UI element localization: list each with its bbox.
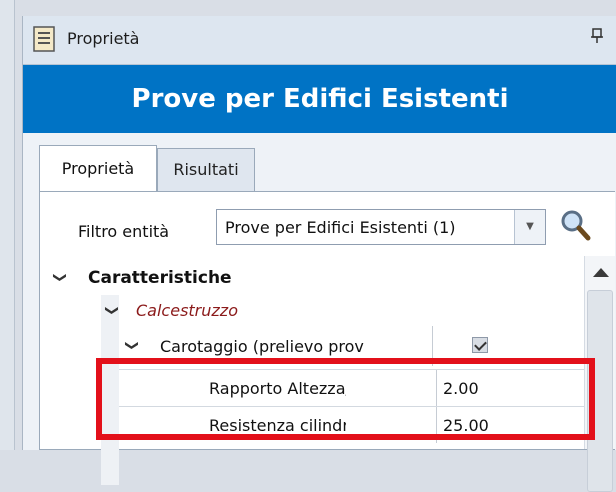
tab-proprieta[interactable]: Proprietà: [39, 145, 157, 192]
category-row-caratteristiche[interactable]: ❯ Caratteristiche: [40, 264, 584, 294]
chevron-down-icon[interactable]: ❯: [104, 305, 119, 316]
properties-panel: Proprietà Prove per Edifici Esistenti Pr…: [22, 16, 616, 492]
panel-title: Proprietà: [67, 29, 140, 48]
tab-content: Filtro entità Prove per Edifici Esistent…: [39, 191, 615, 492]
search-icon[interactable]: [558, 207, 592, 243]
filter-label: Filtro entità: [78, 222, 170, 241]
property-label: Carotaggio (prelievo prov: [160, 337, 364, 356]
chevron-down-icon[interactable]: ❯: [52, 272, 67, 283]
pin-icon[interactable]: [591, 28, 603, 48]
chevron-down-icon[interactable]: ❯: [124, 340, 139, 351]
category-label: Caratteristiche: [88, 268, 232, 288]
carotaggio-checkbox[interactable]: [472, 337, 488, 353]
dropdown-arrow-icon[interactable]: ▼: [514, 210, 545, 244]
scroll-up-arrow-icon[interactable]: [593, 268, 609, 277]
panel-titlebar: Proprietà: [23, 16, 616, 65]
panel-banner: Prove per Edifici Esistenti: [23, 65, 616, 133]
subcategory-row-calcestruzzo[interactable]: ❯ Calcestruzzo: [102, 295, 584, 325]
subcategory-label: Calcestruzzo: [136, 301, 238, 320]
left-dock-strip: [0, 0, 15, 450]
tab-risultati[interactable]: Risultati: [157, 148, 255, 191]
entity-filter-select[interactable]: Prove per Edifici Esistenti (1) ▼: [216, 209, 546, 245]
filter-selected-value: Prove per Edifici Esistenti (1): [225, 218, 456, 237]
property-grid: ❯ Caratteristiche ❯ Calcestruzzo ❯ Carot…: [40, 256, 615, 492]
document-icon: [33, 26, 55, 56]
highlight-annotation-box: [96, 358, 595, 440]
